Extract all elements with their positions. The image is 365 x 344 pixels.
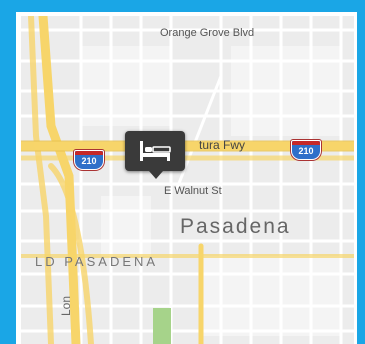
interstate-shield-icon: 210 bbox=[291, 140, 321, 160]
hotel-marker[interactable] bbox=[125, 131, 185, 179]
park-area bbox=[153, 308, 171, 344]
walnut-street-label: E Walnut St bbox=[164, 185, 222, 197]
map-view[interactable]: Orange Grove Blvd tura Fwy E Walnut St P… bbox=[21, 16, 354, 344]
bed-icon bbox=[140, 141, 171, 161]
map-base bbox=[21, 16, 354, 344]
freeway-label: tura Fwy bbox=[199, 138, 246, 152]
district-label: LD PASADENA bbox=[35, 254, 159, 269]
street-label-partial: Lon bbox=[59, 295, 73, 316]
city-label: Pasadena bbox=[180, 215, 291, 238]
orange-grove-blvd-label: Orange Grove Blvd bbox=[160, 27, 255, 39]
interstate-shield-icon: 210 bbox=[74, 150, 104, 170]
